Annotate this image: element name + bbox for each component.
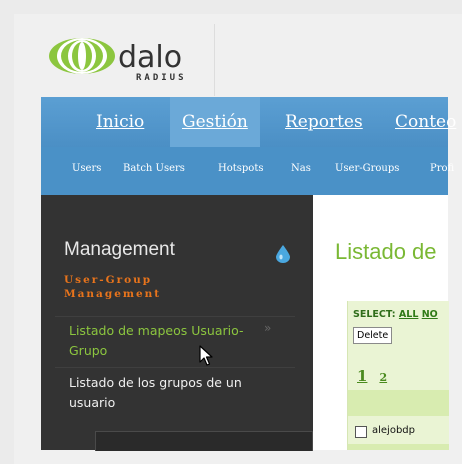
chevron-right-icon: » — [264, 321, 272, 335]
tab-conteo[interactable]: Conteo — [383, 97, 462, 147]
section-title: User-Group Management — [64, 274, 162, 300]
sidebar-item-label: Listado de mapeos Usuario-Grupo — [69, 323, 244, 358]
select-none-link[interactable]: NO — [422, 309, 438, 320]
subnav-profiles[interactable]: Profi — [430, 163, 454, 174]
sidebar-divider — [55, 367, 295, 368]
page-title: Listado de — [335, 239, 437, 264]
daloradius-logo[interactable]: dalo RADIUS — [48, 34, 218, 92]
tab-reportes[interactable]: Reportes — [273, 97, 375, 147]
tab-inicio[interactable]: Inicio — [84, 97, 156, 147]
subnav-user-groups[interactable]: User-Groups — [335, 163, 399, 174]
main-content: Listado de SELECT: ALL NO Delete 12 alej… — [313, 195, 449, 450]
logo-main-text: dalo — [118, 40, 182, 75]
select-label: SELECT: — [353, 309, 396, 320]
select-all-link[interactable]: ALL — [399, 309, 418, 320]
header-divider — [214, 24, 215, 96]
select-controls: SELECT: ALL NO — [353, 309, 438, 320]
pagination: 12 — [357, 366, 387, 385]
row-username[interactable]: alejobdp — [372, 425, 415, 436]
sidebar-item-list-user-groups[interactable]: Listado de los grupos de un usuario — [69, 373, 289, 413]
sidebar-title: Management — [64, 239, 175, 260]
logo-sub-text: RADIUS — [136, 73, 187, 83]
sub-navigation: Users Batch Users Hotspots Nas User-Grou… — [41, 147, 454, 195]
subnav-users[interactable]: Users — [72, 163, 101, 174]
water-drop-icon — [276, 245, 290, 263]
row-checkbox[interactable] — [355, 426, 367, 438]
tab-label: Inicio — [96, 112, 145, 132]
delete-button[interactable]: Delete — [353, 327, 393, 344]
main-navigation: Inicio Gestión Reportes Conteo Users Bat… — [41, 97, 456, 195]
listing-panel: SELECT: ALL NO Delete 12 alejobdp — [347, 301, 449, 450]
nav-tab-bar: Inicio Gestión Reportes Conteo — [41, 97, 456, 147]
table-row: alejobdp — [348, 418, 449, 444]
sidebar: Management User-Group Management Listado… — [41, 195, 313, 451]
window-left-gutter — [0, 0, 14, 464]
page-link-1[interactable]: 1 — [357, 367, 367, 385]
tab-label: Conteo — [395, 112, 457, 132]
window-top-gutter — [0, 0, 462, 14]
page-link-2[interactable]: 2 — [379, 371, 387, 384]
sidebar-search-input[interactable] — [95, 431, 313, 451]
tab-gestion[interactable]: Gestión — [170, 97, 260, 147]
mouse-cursor-icon — [199, 345, 213, 366]
subnav-batch-users[interactable]: Batch Users — [123, 163, 185, 174]
subnav-nas[interactable]: Nas — [291, 163, 311, 174]
tab-label: Gestión — [182, 112, 248, 132]
table-row — [348, 444, 449, 450]
subnav-hotspots[interactable]: Hotspots — [218, 163, 263, 174]
logo-graphic: dalo RADIUS — [49, 38, 187, 83]
table-header-row — [348, 390, 449, 416]
tab-label: Reportes — [285, 112, 363, 132]
sidebar-item-list-mappings[interactable]: Listado de mapeos Usuario-Grupo » — [55, 317, 295, 365]
